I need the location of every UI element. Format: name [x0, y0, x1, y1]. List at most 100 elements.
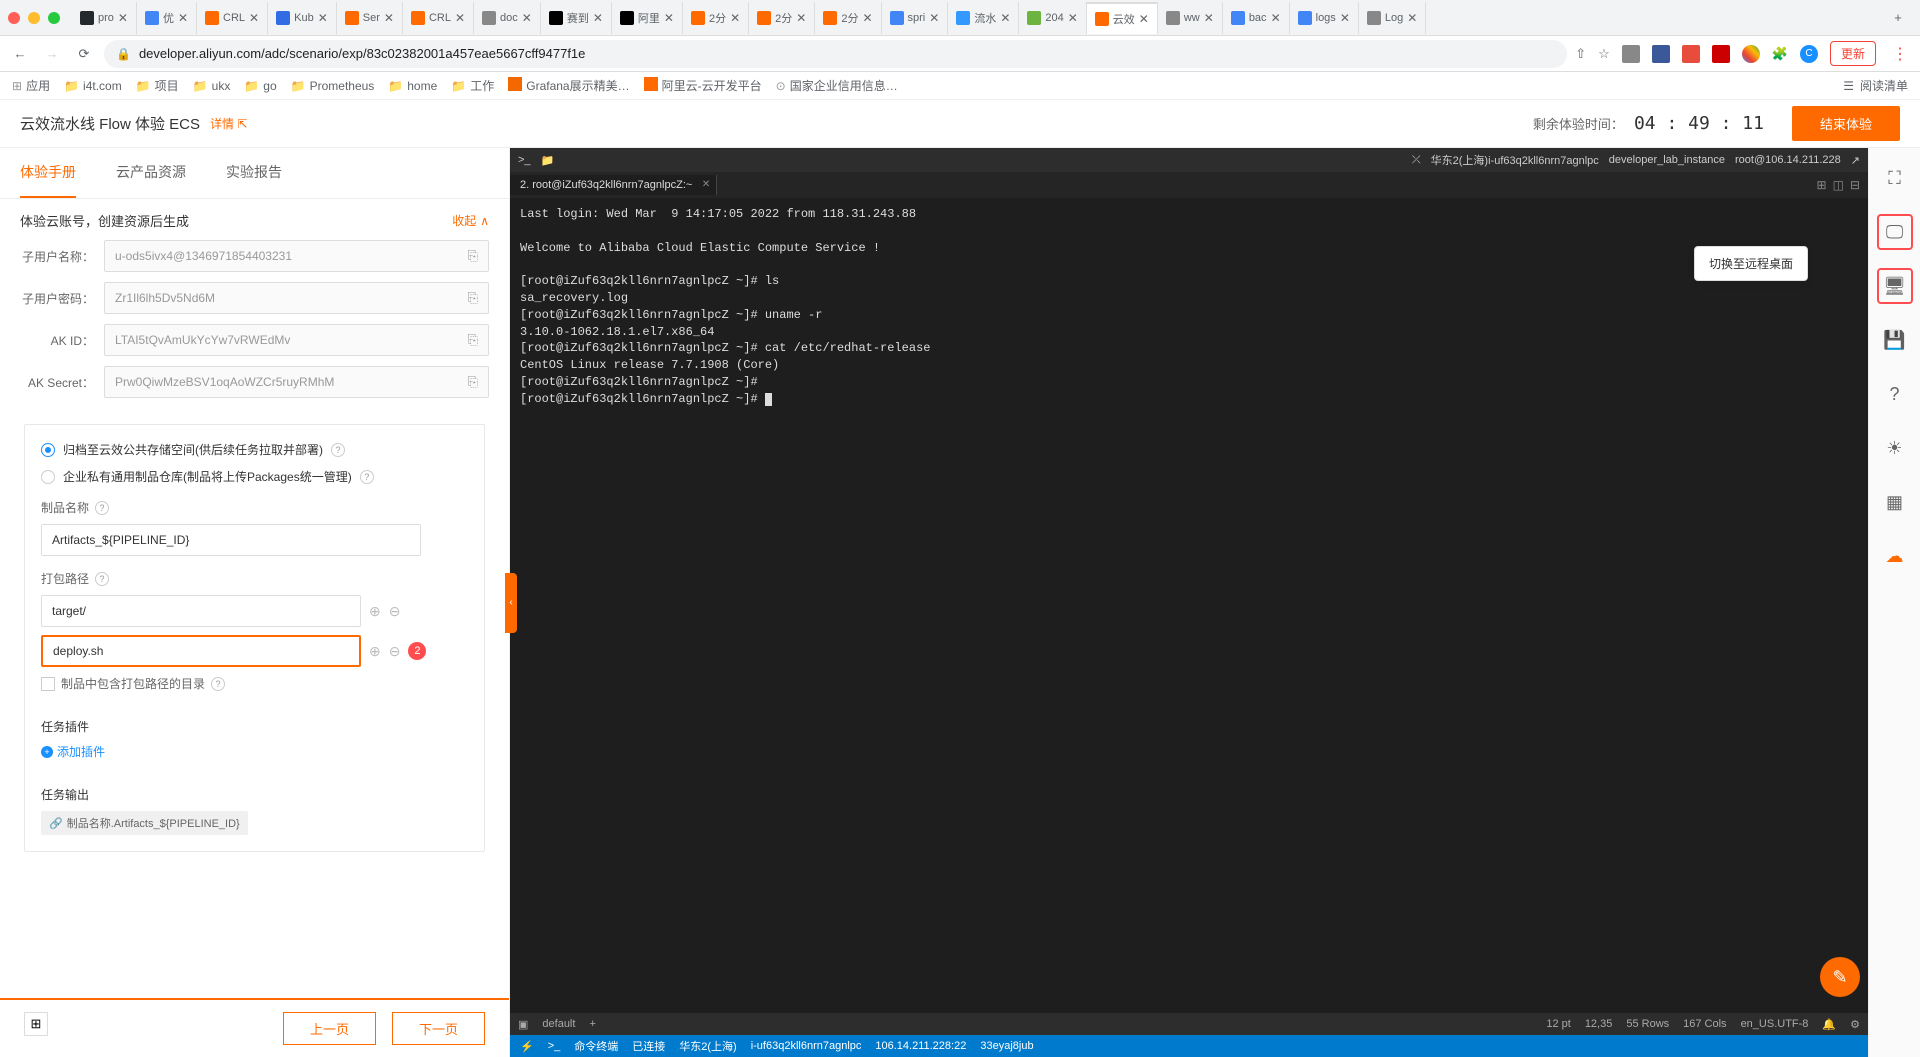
browser-tab[interactable]: Log✕ [1359, 2, 1426, 34]
next-page-button[interactable]: 下一页 [392, 1012, 485, 1045]
maximize-window-btn[interactable] [48, 12, 60, 24]
tab-resources[interactable]: 云产品资源 [116, 148, 186, 198]
url-input[interactable]: 🔒 developer.aliyun.com/adc/scenario/exp/… [104, 40, 1567, 68]
reading-list[interactable]: ☰ 阅读清单 [1843, 77, 1908, 94]
share-icon[interactable]: ⇧ [1575, 46, 1586, 62]
path-input-1[interactable] [41, 595, 361, 627]
bookmark-item[interactable]: 📁ukx [193, 77, 231, 94]
ext-3[interactable] [1682, 45, 1700, 63]
add-icon[interactable]: ⊕ [369, 643, 381, 660]
artifact-name-input[interactable] [41, 524, 421, 556]
edit-float-button[interactable]: ✎ [1820, 957, 1860, 997]
copy-icon[interactable]: ⎘ [468, 374, 478, 390]
update-button[interactable]: 更新 [1830, 41, 1876, 66]
collapse-handle[interactable]: ‹ [505, 573, 517, 633]
settings-icon[interactable]: ⚙ [1850, 1018, 1860, 1031]
reload-button[interactable]: ⟳ [72, 42, 96, 66]
split-add-icon[interactable]: ⊞ [1817, 178, 1827, 192]
close-icon[interactable]: ✕ [702, 179, 710, 190]
browser-tab[interactable]: 流水✕ [948, 2, 1019, 34]
browser-tab[interactable]: 2分✕ [815, 2, 881, 34]
status-tab[interactable]: default [542, 1018, 575, 1030]
close-icon[interactable]: ✕ [730, 11, 740, 25]
browser-tab[interactable]: 2分✕ [749, 2, 815, 34]
menu-button[interactable]: ⋮ [1888, 44, 1912, 64]
close-icon[interactable]: ✕ [384, 11, 394, 25]
remove-icon[interactable]: ⊖ [389, 603, 401, 620]
help-icon[interactable]: ? [211, 677, 225, 691]
detail-link[interactable]: 详情 ⇱ [210, 115, 247, 132]
desktop-view-button[interactable]: 🖥 [1877, 268, 1913, 304]
help-button[interactable]: ? [1877, 376, 1913, 412]
browser-tab[interactable]: pro✕ [72, 2, 137, 34]
collapse-button[interactable]: 收起 ∧ [452, 212, 489, 229]
ext-2[interactable] [1652, 45, 1670, 63]
help-icon[interactable]: ? [331, 443, 345, 457]
bell-icon[interactable]: 🔔 [1822, 1018, 1836, 1031]
settings-button[interactable]: ☀ [1877, 430, 1913, 466]
browser-tab[interactable]: 阿里✕ [612, 2, 683, 34]
close-icon[interactable]: ✕ [593, 11, 603, 25]
tab-manual[interactable]: 体验手册 [20, 148, 76, 198]
save-button[interactable]: 💾 [1877, 322, 1913, 358]
include-path-checkbox-row[interactable]: 制品中包含打包路径的目录 ? [41, 675, 468, 692]
external-icon[interactable]: ↗ [1851, 154, 1860, 167]
close-icon[interactable]: ✕ [1000, 11, 1010, 25]
split-h-icon[interactable]: ◫ [1833, 178, 1844, 192]
grid-view-button[interactable]: ⊞ [24, 1012, 48, 1036]
close-icon[interactable]: ✕ [178, 11, 188, 25]
browser-tab[interactable]: 2分✕ [683, 2, 749, 34]
bookmark-item[interactable]: Grafana展示精美… [508, 77, 629, 94]
browser-tab[interactable]: bac✕ [1223, 2, 1290, 34]
browser-tab[interactable]: ww✕ [1158, 2, 1223, 34]
cred-value[interactable]: u-ods5ivx4@1346971854403231⎘ [104, 240, 489, 272]
copy-icon[interactable]: ⎘ [468, 290, 478, 306]
close-icon[interactable]: ✕ [1204, 11, 1214, 25]
back-button[interactable]: ← [8, 42, 32, 66]
copy-icon[interactable]: ⎘ [468, 248, 478, 264]
terminal-tab[interactable]: 2. root@iZuf63q2kll6nrn7agnlpcZ:~ ✕ [510, 175, 717, 195]
bookmark-item[interactable]: 📁i4t.com [64, 77, 122, 94]
star-icon[interactable]: ☆ [1598, 46, 1610, 62]
close-icon[interactable]: ✕ [929, 11, 939, 25]
browser-tab[interactable]: Ser✕ [337, 2, 403, 34]
help-icon[interactable]: ? [360, 470, 374, 484]
minimize-window-btn[interactable] [28, 12, 40, 24]
bookmark-item[interactable]: 📁home [388, 77, 437, 94]
ext-5[interactable] [1742, 45, 1760, 63]
close-icon[interactable]: ✕ [664, 11, 674, 25]
output-artifact-chip[interactable]: 🔗 制品名称.Artifacts_${PIPELINE_ID} [41, 811, 248, 835]
browser-tab[interactable]: spri✕ [882, 2, 949, 34]
close-icon[interactable]: ✕ [455, 11, 465, 25]
close-icon[interactable]: ✕ [522, 11, 532, 25]
browser-tab[interactable]: 优✕ [137, 2, 197, 34]
form-scroll[interactable]: 归档至云效公共存储空间(供后续任务拉取并部署) ? 企业私有通用制品仓库(制品将… [0, 410, 509, 998]
radio-private-repo[interactable]: 企业私有通用制品仓库(制品将上传Packages统一管理) ? [41, 468, 468, 485]
bookmark-item[interactable]: 📁Prometheus [291, 77, 375, 94]
remove-icon[interactable]: ⊖ [389, 643, 401, 660]
fullscreen-button[interactable]: ⛶ [1877, 160, 1913, 196]
profile-avatar[interactable]: C [1800, 45, 1818, 63]
resource-button[interactable]: ☁ [1877, 538, 1913, 574]
end-experience-button[interactable]: 结束体验 [1792, 106, 1900, 141]
bookmark-item[interactable]: 阿里云-云开发平台 [644, 77, 762, 94]
close-icon[interactable]: ✕ [862, 11, 872, 25]
status-add[interactable]: + [589, 1018, 595, 1030]
close-window-btn[interactable] [8, 12, 20, 24]
browser-tab[interactable]: doc✕ [474, 2, 541, 34]
browser-tab[interactable]: Kub✕ [268, 2, 337, 34]
browser-tab[interactable]: CRL✕ [197, 2, 268, 34]
close-icon[interactable]: ✕ [1340, 11, 1350, 25]
add-icon[interactable]: ⊕ [369, 603, 381, 620]
browser-tab[interactable]: CRL✕ [403, 2, 474, 34]
add-plugin-link[interactable]: + 添加插件 [41, 743, 468, 760]
browser-tab[interactable]: 赛到✕ [541, 2, 612, 34]
ext-4[interactable] [1712, 45, 1730, 63]
close-icon[interactable]: ✕ [796, 11, 806, 25]
bookmark-item[interactable]: 📁项目 [136, 77, 179, 94]
terminal-view-button[interactable]: 🖵 [1877, 214, 1913, 250]
browser-tab[interactable]: 云效✕ [1087, 2, 1158, 34]
bookmark-item[interactable]: ⊞应用 [12, 77, 50, 94]
browser-tab[interactable]: logs✕ [1290, 2, 1359, 34]
bookmark-item[interactable]: 📁go [244, 77, 276, 94]
